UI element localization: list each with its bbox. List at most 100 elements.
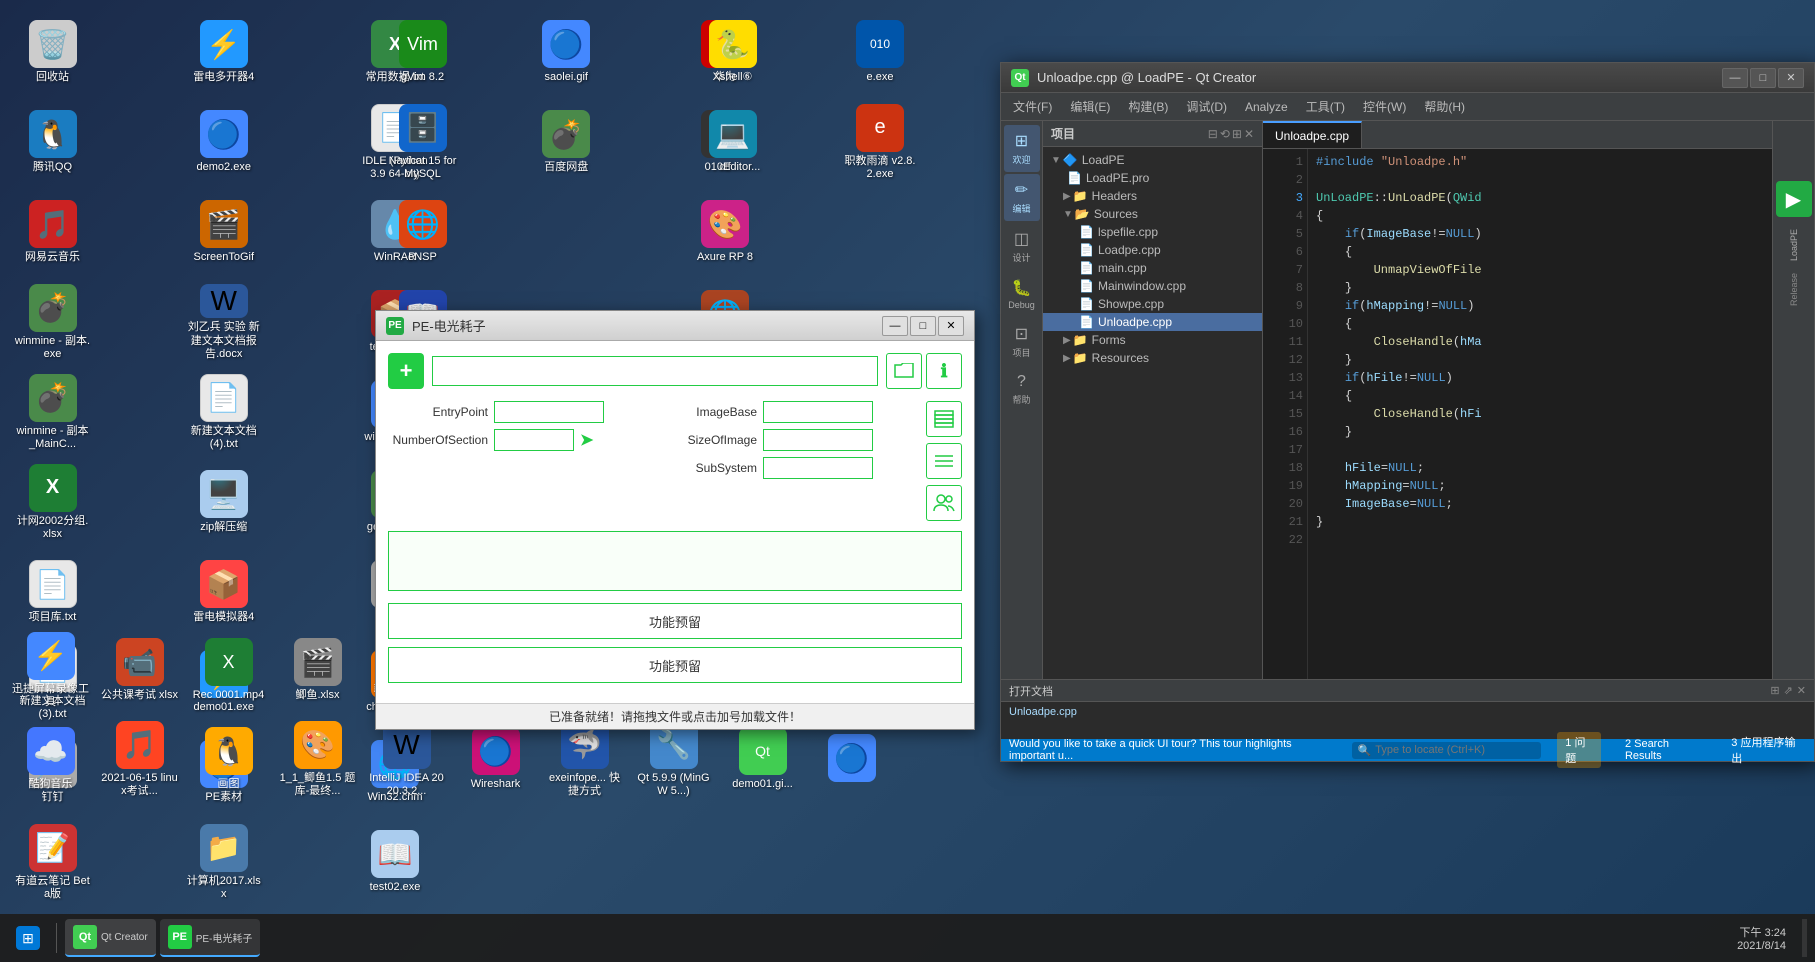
pe-imagebase-input[interactable]	[763, 401, 873, 423]
qt-search-results-badge[interactable]: 2 Search Results	[1617, 736, 1707, 764]
qt-tree-loadpe-pro[interactable]: 📄 LoadPE.pro	[1043, 169, 1262, 187]
desktop-icon-kugo[interactable]: 🎵 2021-06-15 linux考试...	[97, 717, 182, 802]
taskbar-qt-creator[interactable]: Qt Qt Creator	[65, 919, 156, 957]
qt-tree-main-cpp[interactable]: 📄 main.cpp	[1043, 259, 1262, 277]
desktop-icon-public-xlsx[interactable]: X Rec 0001.mp4	[186, 628, 271, 713]
desktop-icon-demo2[interactable]: 🔵 demo2.exe	[181, 100, 266, 185]
desktop-icon-winmine[interactable]: 💣 winmine - 副本.exe	[10, 280, 95, 365]
qt-tree-resources[interactable]: ▶ 📁 Resources	[1043, 349, 1262, 367]
qt-tree-root[interactable]: ▼ 🔷 LoadPE	[1043, 151, 1262, 169]
pe-maximize-button[interactable]: □	[910, 316, 936, 336]
desktop-icon-baidu[interactable]: ☁️ 酷狗音乐	[8, 717, 93, 802]
desktop-icon-qq[interactable]: 🐧 腾讯QQ	[10, 100, 95, 185]
pe-dialog-titlebar[interactable]: PE PE-电光耗子 — □ ✕	[376, 311, 974, 341]
qt-tree-lspefile[interactable]: 📄 lspefile.cpp	[1043, 223, 1262, 241]
qt-code-content[interactable]: #include "Unloadpe.h" UnLoadPE::UnLoadPE…	[1308, 149, 1772, 679]
taskbar-show-desktop[interactable]	[1802, 919, 1807, 957]
pe-table-button[interactable]	[926, 401, 962, 437]
qt-bottom-file-label[interactable]: Unloadpe.cpp	[1009, 706, 1077, 718]
qt-tree-forms[interactable]: ▶ 📁 Forms	[1043, 331, 1262, 349]
qt-bottom-close-icon[interactable]: ✕	[1797, 684, 1806, 697]
qt-app-icon: Qt	[1011, 69, 1029, 87]
desktop-icon-eexe[interactable]: e 职教雨滴 v2.8.2.exe	[838, 100, 923, 185]
qt-sidebar-welcome[interactable]: ⊞ 欢迎	[1004, 125, 1040, 172]
desktop-icon-screen-rec[interactable]: 📹 公共课考试 xlsx	[97, 628, 182, 713]
desktop-icon-010editor[interactable]: 010 e.exe	[838, 10, 923, 95]
qt-panel-sync-icon[interactable]: ⟲	[1220, 127, 1230, 141]
desktop-icon-xshell[interactable]: 💻 010Editor...	[690, 100, 775, 185]
qt-tree-loadpe-cpp[interactable]: 📄 Loadpe.cpp	[1043, 241, 1262, 259]
taskbar-start[interactable]: ⊞	[8, 919, 48, 957]
pe-subsystem-input[interactable]	[763, 457, 873, 479]
desktop-icon-ensp[interactable]: 🌐 eNSP	[380, 190, 465, 275]
desktop-icon-txt4[interactable]: 📄 新建文本文档(4).txt	[181, 370, 266, 455]
qt-menu-tools[interactable]: 工具(T)	[1298, 95, 1353, 118]
qt-app-output-badge[interactable]: 3 应用程序输出	[1723, 732, 1806, 768]
desktop-icon-leidi[interactable]: ⚡ 雷电多开器4	[181, 10, 266, 95]
qt-maximize-button[interactable]: □	[1750, 68, 1776, 88]
pe-users-button[interactable]	[926, 485, 962, 521]
qt-sidebar-project[interactable]: ⊡ 项目	[1004, 318, 1040, 365]
qt-tab-unloadpe[interactable]: Unloadpe.cpp	[1263, 121, 1362, 148]
pe-func-btn-2[interactable]: 功能预留	[388, 647, 962, 683]
pe-func-btn-1[interactable]: 功能预留	[388, 603, 962, 639]
qt-panel-close-icon[interactable]: ✕	[1244, 127, 1254, 141]
pe-entrypoint-input[interactable]	[494, 401, 604, 423]
qt-tree-headers[interactable]: ▶ 📁 Headers	[1043, 187, 1262, 205]
qt-titlebar[interactable]: Qt Unloadpe.cpp @ LoadPE - Qt Creator — …	[1001, 63, 1814, 93]
desktop-icon-rec-mp4[interactable]: 🎬 鲫鱼.xlsx	[275, 628, 360, 713]
qt-sidebar-debug[interactable]: 🐛 Debug	[1004, 272, 1040, 316]
qt-menu-debug[interactable]: 调试(D)	[1178, 95, 1235, 118]
pe-minimize-button[interactable]: —	[882, 316, 908, 336]
desktop-icon-vim[interactable]: Vim gVim 8.2	[380, 10, 465, 95]
qt-sidebar-edit[interactable]: ✏ 编辑	[1004, 174, 1040, 221]
pe-folder-button[interactable]	[886, 353, 922, 389]
desktop-icon-excel[interactable]: X 计网2002分组.xlsx	[10, 460, 95, 545]
qt-menu-analyze[interactable]: Analyze	[1237, 97, 1296, 117]
qt-menu-help[interactable]: 帮助(H)	[1416, 95, 1473, 118]
desktop-icon-idle[interactable]: 🐍 Xshell⑥	[690, 10, 775, 95]
qt-tree-sources[interactable]: ▼ 📂 Sources	[1043, 205, 1262, 223]
qt-run-button[interactable]: ▶	[1776, 181, 1812, 217]
qt-panel-filter-icon[interactable]: ⊟	[1208, 127, 1218, 141]
qt-bottom-float-icon[interactable]: ⇗	[1784, 684, 1793, 697]
qt-sidebar-help[interactable]: ? 帮助	[1004, 367, 1040, 412]
qt-menu-build[interactable]: 构建(B)	[1120, 95, 1176, 118]
desktop-icon-xunlei[interactable]: ⚡ 迅捷屏幕录像工具	[8, 628, 93, 713]
desktop-icon-linux[interactable]: 🐧 画图	[186, 717, 271, 802]
qt-problems-badge[interactable]: 1 问题	[1557, 732, 1601, 768]
desktop-icon-docx[interactable]: W 刘乙兵 实验 新建文本文档报告.docx	[181, 280, 266, 365]
desktop-icon-recycle[interactable]: 🗑️ 回收站	[10, 10, 95, 95]
pe-numberofsection-input[interactable]	[494, 429, 574, 451]
desktop-icon-mypc[interactable]: 🖥️ zip解压缩	[181, 460, 266, 545]
qt-search-input[interactable]	[1375, 744, 1535, 756]
desktop-icon-screentogif[interactable]: 🎬 ScreenToGif	[181, 190, 266, 275]
pe-close-button[interactable]: ✕	[938, 316, 964, 336]
pe-info-button[interactable]: ℹ	[926, 353, 962, 389]
qt-sidebar-design[interactable]: ◫ 设计	[1004, 223, 1040, 270]
qt-close-button[interactable]: ✕	[1778, 68, 1804, 88]
qt-tree-mainwindow-cpp[interactable]: 📄 Mainwindow.cpp	[1043, 277, 1262, 295]
folder-icon	[894, 363, 914, 379]
desktop-icon-navicat[interactable]: 🗄️ Navicat 15 for MySQL	[380, 100, 465, 185]
pe-sizeofimage-input[interactable]	[763, 429, 873, 451]
qt-tree-unloadpe-cpp[interactable]: 📄 Unloadpe.cpp	[1043, 313, 1262, 331]
pe-add-button[interactable]: +	[388, 353, 424, 389]
qt-loadpe-build-label[interactable]: LoadPE	[1789, 229, 1799, 261]
desktop-icon-winmine2[interactable]: 💣 winmine - 副本_MainC...	[10, 370, 95, 455]
pe-list-button[interactable]	[926, 443, 962, 479]
qt-menu-file[interactable]: 文件(F)	[1005, 95, 1060, 118]
qt-menu-edit[interactable]: 编辑(E)	[1062, 95, 1118, 118]
pe-title-text: PE-电光耗子	[412, 316, 486, 335]
qt-menu-widgets[interactable]: 控件(W)	[1355, 95, 1414, 118]
qt-release-build-label[interactable]: Release	[1789, 273, 1799, 306]
taskbar-pe-tool[interactable]: PE PE-电光耗子	[160, 919, 261, 957]
desktop-icon-music[interactable]: 🎵 网易云音乐	[10, 190, 95, 275]
desktop-icon-drawing[interactable]: 🎨 1_1_鲫鱼1.5 题库-最终...	[275, 717, 360, 802]
qt-minimize-button[interactable]: —	[1722, 68, 1748, 88]
qt-panel-expand-icon[interactable]: ⊞	[1232, 127, 1242, 141]
excel-label: 计网2002分组.xlsx	[14, 515, 91, 541]
qt-bottom-expand-icon[interactable]: ⊞	[1770, 684, 1779, 697]
qt-tree-showpe-cpp[interactable]: 📄 Showpe.cpp	[1043, 295, 1262, 313]
pe-path-input[interactable]	[432, 356, 878, 386]
